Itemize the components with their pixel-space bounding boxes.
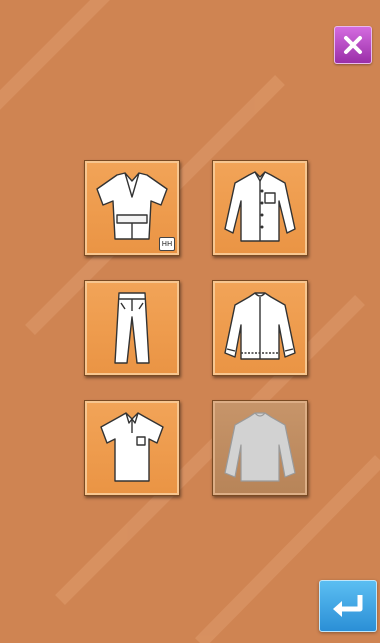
enter-return-icon: [333, 595, 363, 617]
close-icon: [344, 36, 362, 54]
jacket-icon: [224, 292, 296, 360]
trousers-icon: [114, 292, 150, 364]
close-button[interactable]: [334, 26, 372, 64]
sweater-icon: [224, 412, 296, 482]
garment-button-kimono[interactable]: HH: [84, 160, 180, 256]
garment-badge: HH: [159, 237, 175, 251]
garment-button-polo-shirt[interactable]: [84, 400, 180, 496]
enter-button[interactable]: [319, 580, 377, 632]
dress-shirt-icon: [224, 171, 296, 242]
garment-button-trousers[interactable]: [84, 280, 180, 376]
garment-button-sweater[interactable]: [212, 400, 308, 496]
polo-shirt-icon: [100, 412, 164, 482]
garment-button-dress-shirt[interactable]: [212, 160, 308, 256]
watermark: [0, 0, 380, 643]
garment-button-jacket[interactable]: [212, 280, 308, 376]
